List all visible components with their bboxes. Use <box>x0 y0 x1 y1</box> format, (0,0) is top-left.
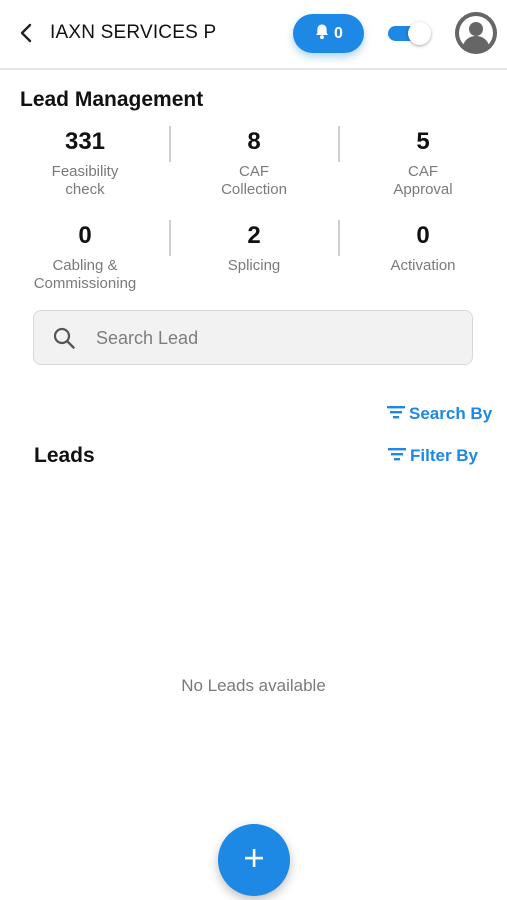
stat-label: CAF Approval <box>393 163 453 198</box>
stat-divider <box>169 126 171 162</box>
stat-value: 8 <box>247 128 261 155</box>
page-title: IAXN SERVICES P <box>50 22 217 43</box>
stat-caf-approval[interactable]: 5 CAF Approval <box>348 128 498 199</box>
sort-lines-icon <box>387 404 405 424</box>
notification-count: 0 <box>334 24 343 42</box>
back-chevron-icon[interactable] <box>16 22 38 44</box>
filter-by-label: Filter By <box>410 446 479 465</box>
filter-by-button[interactable]: Filter By <box>388 446 478 466</box>
stat-label: Splicing <box>227 257 281 274</box>
filter-lines-icon <box>388 446 406 466</box>
bell-icon <box>314 23 330 45</box>
stat-cabling-commissioning[interactable]: 0 Cabling & Commissioning <box>10 222 160 293</box>
search-by-button[interactable]: Search By <box>387 404 492 424</box>
stat-divider <box>169 220 171 256</box>
stat-label: CAF Collection <box>221 163 287 198</box>
stat-value: 331 <box>64 128 106 155</box>
search-icon <box>53 327 75 349</box>
stat-value: 5 <box>416 128 430 155</box>
lead-management-title: Lead Management <box>20 88 204 111</box>
search-by-label: Search By <box>409 404 493 423</box>
notification-button[interactable]: 0 <box>293 14 364 53</box>
app-header: IAXN SERVICES P 0 <box>0 0 507 70</box>
leads-title: Leads <box>34 444 95 467</box>
stat-divider <box>338 220 340 256</box>
stat-splicing[interactable]: 2 Splicing <box>179 222 329 275</box>
add-lead-button[interactable] <box>218 824 290 896</box>
plus-icon <box>243 847 265 874</box>
toggle-knob <box>408 22 431 45</box>
stat-divider <box>338 126 340 162</box>
status-toggle[interactable] <box>386 22 432 45</box>
stat-value: 0 <box>416 222 430 249</box>
stat-caf-collection[interactable]: 8 CAF Collection <box>179 128 329 199</box>
stat-label: Activation <box>390 257 456 274</box>
search-lead-input[interactable] <box>94 323 458 353</box>
stat-feasibility-check[interactable]: 331 Feasibility check <box>10 128 160 199</box>
user-avatar-icon[interactable] <box>455 12 497 54</box>
stat-value: 0 <box>78 222 92 249</box>
stat-value: 2 <box>247 222 261 249</box>
search-box <box>33 310 473 365</box>
stat-activation[interactable]: 0 Activation <box>348 222 498 275</box>
stat-label: Cabling & Commissioning <box>33 257 137 292</box>
empty-state-message: No Leads available <box>181 676 326 695</box>
stat-label: Feasibility check <box>51 163 119 198</box>
